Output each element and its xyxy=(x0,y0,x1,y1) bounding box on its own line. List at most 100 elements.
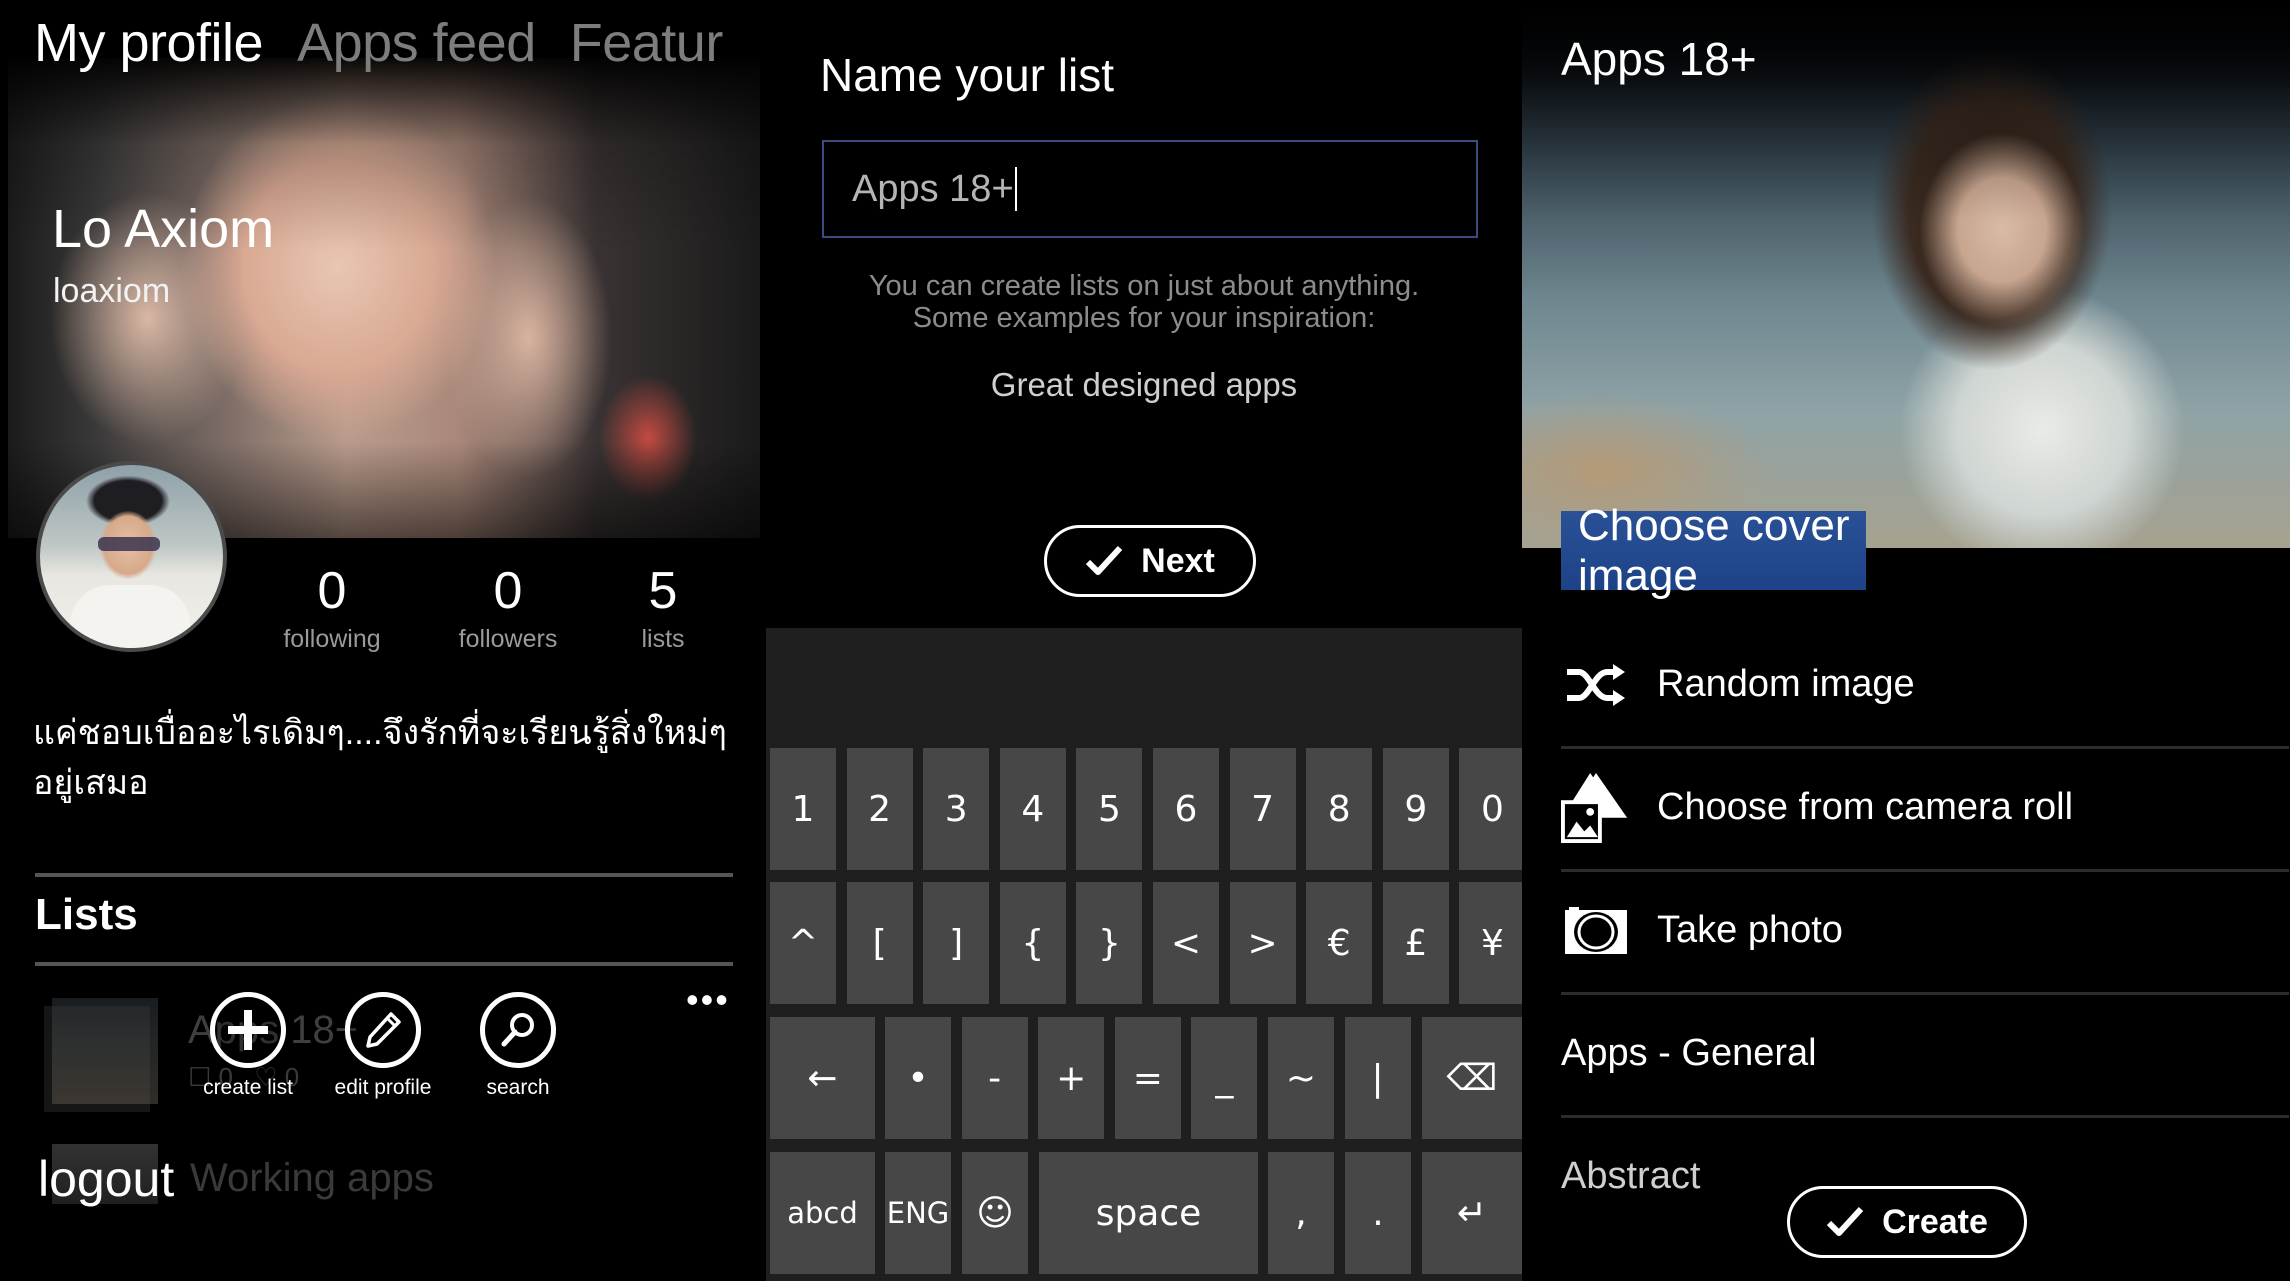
more-options-icon[interactable]: ••• xyxy=(686,982,730,1018)
edit-profile-button[interactable]: edit profile xyxy=(323,992,443,1100)
key[interactable]: ] xyxy=(923,882,990,1004)
key[interactable]: _ xyxy=(1191,1017,1258,1139)
divider xyxy=(35,962,733,966)
tab-my-profile[interactable]: My profile xyxy=(34,12,264,74)
space-key[interactable]: space xyxy=(1039,1152,1258,1274)
key[interactable]: 5 xyxy=(1076,748,1143,870)
key[interactable]: - xyxy=(961,1017,1028,1139)
profile-screen: My profile Apps feed Featur Lo Axiom loaxi… xyxy=(0,0,766,1281)
help-text: You can create lists on just about anyth… xyxy=(766,270,1522,334)
cover-image-screen: Apps 18+ Choose cover image Random image… xyxy=(1522,0,2290,1281)
abcd-key[interactable]: abcd xyxy=(770,1152,875,1274)
list-name-input-value: Apps 18+ xyxy=(852,167,1014,210)
key[interactable]: ^ xyxy=(770,882,836,1004)
create-list-button[interactable]: create list xyxy=(188,992,308,1100)
stat-followers-label: followers xyxy=(458,625,558,653)
list-item-title[interactable]: Working apps xyxy=(190,1156,434,1201)
option-label: Apps - General xyxy=(1561,1032,1817,1074)
stat-following[interactable]: 0 following xyxy=(252,565,412,654)
plus-icon xyxy=(210,992,286,1068)
pivot-tabs: My profile Apps feed Featur xyxy=(34,12,757,74)
tab-featured[interactable]: Featur xyxy=(570,12,724,74)
arrow-left-key[interactable]: ← xyxy=(770,1017,875,1139)
camera-roll-icon xyxy=(1561,772,1631,843)
lists-heading: Lists xyxy=(35,890,138,939)
option-label: Take photo xyxy=(1657,909,1843,951)
stat-following-value: 0 xyxy=(317,562,347,620)
search-button[interactable]: search xyxy=(458,992,578,1100)
key[interactable]: £ xyxy=(1382,882,1449,1004)
key[interactable]: 0 xyxy=(1459,748,1522,870)
key[interactable]: 4 xyxy=(999,748,1066,870)
help-text-line1: You can create lists on just about anyth… xyxy=(868,270,1420,302)
stat-followers-value: 0 xyxy=(493,562,523,620)
key[interactable]: 1 xyxy=(770,748,836,870)
key[interactable]: } xyxy=(1076,882,1143,1004)
option-camera-roll[interactable]: Choose from camera roll xyxy=(1561,746,2289,869)
avatar-photo-glasses xyxy=(98,537,160,551)
language-key[interactable]: ENG xyxy=(885,1152,951,1274)
key[interactable]: , xyxy=(1268,1152,1334,1274)
profile-name: Lo Axiom xyxy=(52,199,275,259)
key[interactable]: € xyxy=(1306,882,1373,1004)
option-random-image[interactable]: Random image xyxy=(1561,623,2289,746)
on-screen-keyboard: 1 2 3 4 5 6 7 8 9 0 ^[]{} < > € £ ¥ ← • - + = _ ~ | ⌫ abcd ENG ☺ spa… xyxy=(766,628,1522,1281)
shuffle-icon xyxy=(1561,650,1631,720)
search-label: search xyxy=(486,1076,550,1099)
camera-icon xyxy=(1561,896,1631,966)
choose-cover-image-button[interactable]: Choose cover image xyxy=(1561,501,1866,600)
search-icon xyxy=(480,992,556,1068)
key[interactable]: [ xyxy=(846,882,913,1004)
key[interactable]: • xyxy=(885,1017,951,1139)
divider xyxy=(35,873,733,877)
key[interactable]: < xyxy=(1153,882,1219,1004)
list-name-input[interactable]: Apps 18+ xyxy=(822,140,1478,238)
help-text-line2: Some examples for your inspiration: xyxy=(912,302,1376,334)
key[interactable]: 2 xyxy=(846,748,913,870)
stat-lists-value: 5 xyxy=(648,562,678,620)
option-take-photo[interactable]: Take photo xyxy=(1561,869,2289,992)
profile-bio: แค่ชอบเบื่ออะไรเดิมๆ....จึงรักที่จะเรียน… xyxy=(33,714,727,802)
list-title: Apps 18+ xyxy=(1561,33,1757,85)
key[interactable]: > xyxy=(1229,882,1296,1004)
logout-menu-item[interactable]: logout xyxy=(38,1150,174,1208)
key[interactable]: { xyxy=(999,882,1066,1004)
key[interactable]: 8 xyxy=(1306,748,1373,870)
key[interactable]: 7 xyxy=(1229,748,1296,870)
text-caret xyxy=(1014,167,1017,211)
avatar[interactable] xyxy=(36,461,227,652)
key[interactable]: | xyxy=(1344,1017,1411,1139)
pencil-icon xyxy=(345,992,421,1068)
create-button[interactable]: Create xyxy=(1787,1186,2027,1258)
list-thumbnail[interactable] xyxy=(52,998,158,1104)
key[interactable]: = xyxy=(1114,1017,1181,1139)
page-title: Name your list xyxy=(820,49,1114,101)
next-label: Next xyxy=(1141,541,1215,580)
key[interactable]: + xyxy=(1038,1017,1105,1139)
key[interactable]: 3 xyxy=(923,748,990,870)
option-label: Choose from camera roll xyxy=(1657,786,2074,828)
option-category[interactable]: Apps - General xyxy=(1561,992,2289,1115)
enter-key[interactable]: ↵ xyxy=(1422,1152,1522,1274)
emoji-key[interactable]: ☺ xyxy=(962,1152,1028,1274)
avatar-photo-shirt xyxy=(70,585,190,648)
key[interactable]: . xyxy=(1345,1152,1411,1274)
next-button[interactable]: Next xyxy=(1044,525,1256,597)
key[interactable]: 9 xyxy=(1382,748,1449,870)
option-label: Random image xyxy=(1657,663,1915,705)
profile-handle: loaxiom xyxy=(53,272,171,310)
option-label: Abstract xyxy=(1561,1155,1701,1197)
key[interactable]: 6 xyxy=(1153,748,1219,870)
create-list-label: create list xyxy=(203,1076,293,1099)
tab-apps-feed[interactable]: Apps feed xyxy=(297,12,536,74)
backspace-key[interactable]: ⌫ xyxy=(1422,1017,1522,1139)
example-suggestion[interactable]: Great designed apps xyxy=(766,366,1522,404)
stat-lists[interactable]: 5 lists xyxy=(583,565,743,654)
stat-followers[interactable]: 0 followers xyxy=(428,565,588,654)
checkmark-icon xyxy=(1826,1206,1864,1236)
key[interactable]: ~ xyxy=(1268,1017,1334,1139)
stat-lists-label: lists xyxy=(641,625,685,653)
create-label: Create xyxy=(1882,1202,1988,1241)
checkmark-icon xyxy=(1086,545,1123,575)
key[interactable]: ¥ xyxy=(1459,882,1522,1004)
